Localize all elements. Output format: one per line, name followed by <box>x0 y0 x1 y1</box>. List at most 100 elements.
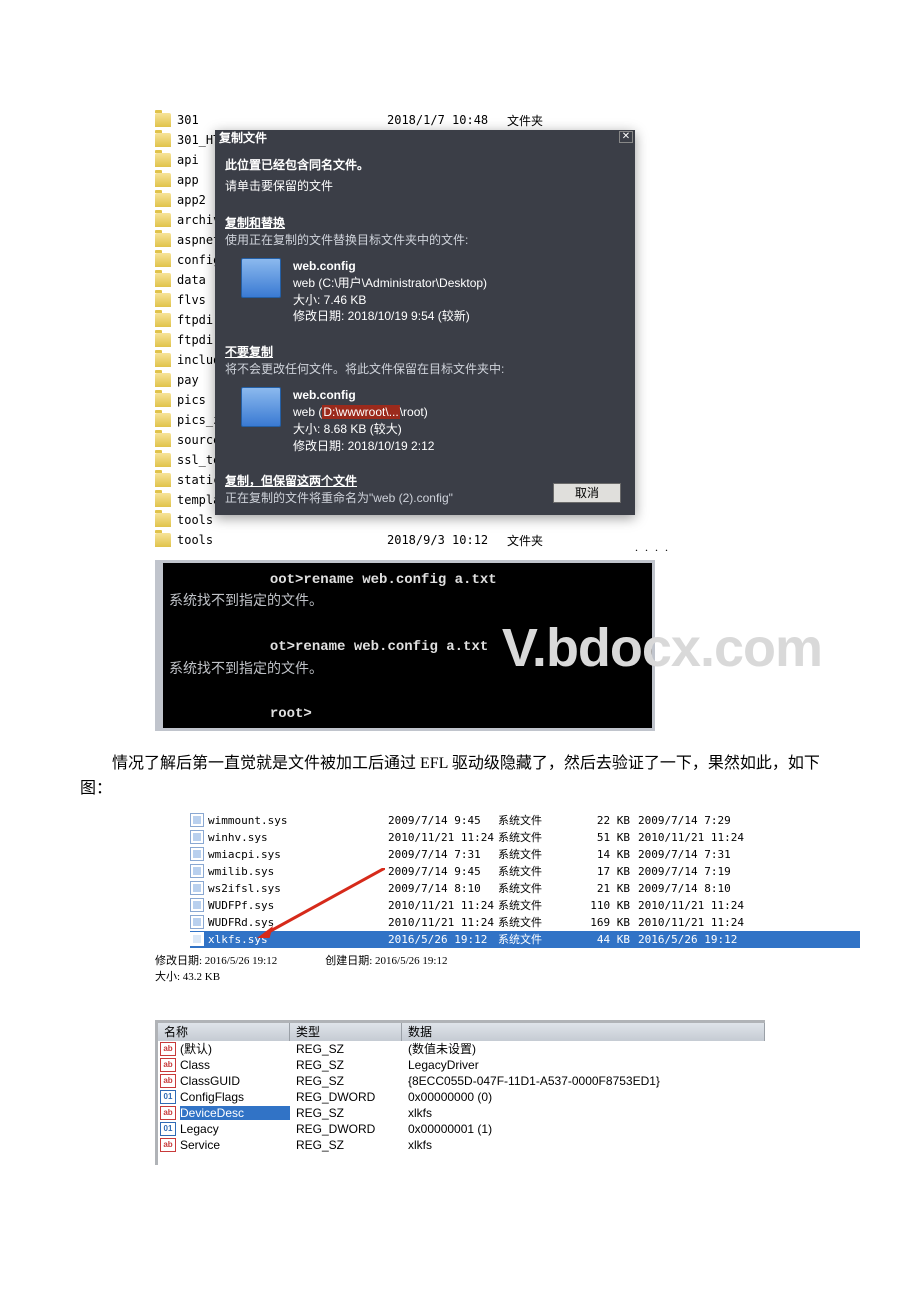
file-date: 2010/11/21 11:24 <box>388 916 498 929</box>
folder-row: 301 2018/1/7 10:48 文件夹 <box>155 110 795 130</box>
file-date2: 2009/7/14 7:31 <box>638 848 748 861</box>
folder-row: data <box>155 270 215 290</box>
registry-header: 名称 类型 数据 <box>158 1023 765 1041</box>
file-row[interactable]: winhv.sys2010/11/21 11:24系统文件51 KB2010/1… <box>190 829 860 846</box>
folder-name: source <box>177 433 215 447</box>
file-name: xlkfs.sys <box>208 933 388 946</box>
folder-row: app2 <box>155 190 215 210</box>
folder-name: include <box>177 353 215 367</box>
file-date2: 2009/7/14 7:19 <box>638 865 748 878</box>
dialog-message: 此位置已经包含同名文件。 <box>225 156 625 173</box>
meta-size: 大小: 43.2 KB <box>155 968 277 984</box>
file-size: 22 KB <box>578 814 638 827</box>
file-size: 大小: 7.46 KB <box>293 292 487 309</box>
file-row[interactable]: wimmount.sys2009/7/14 9:45系统文件22 KB2009/… <box>190 812 860 829</box>
sys-file-icon <box>190 813 204 827</box>
col-type: 类型 <box>290 1023 402 1041</box>
file-meta: 修改日期: 2016/5/26 19:12 大小: 43.2 KB 创建日期: … <box>155 952 920 984</box>
folder-row: flvs <box>155 290 215 310</box>
file-row[interactable]: WUDFRd.sys2010/11/21 11:24系统文件169 KB2010… <box>190 914 860 931</box>
registry-row[interactable]: ServiceREG_SZxlkfs <box>158 1137 765 1153</box>
file-mtime: 修改日期: 2018/10/19 2:12 <box>293 438 434 455</box>
reg-string-icon <box>160 1138 176 1152</box>
file-name: web.config <box>293 387 434 404</box>
file-date: 2010/11/21 11:24 <box>388 899 498 912</box>
folder-sidebar: apiappapp2archivesaspnet_configdataflvsf… <box>155 150 215 530</box>
registry-row[interactable]: DeviceDescREG_SZxlkfs <box>158 1105 765 1121</box>
sys-file-icon <box>190 847 204 861</box>
file-type: 系统文件 <box>498 897 578 913</box>
file-size: 169 KB <box>578 916 638 929</box>
folder-icon <box>155 213 171 227</box>
cmd-line: ot>rename web.config a.txt <box>270 639 488 655</box>
sys-file-icon <box>190 864 204 878</box>
folder-icon <box>155 473 171 487</box>
file-date: 2009/7/14 9:45 <box>388 865 498 878</box>
file-date2: 2010/11/21 11:24 <box>638 916 748 929</box>
reg-type: REG_SZ <box>290 1058 402 1072</box>
meta-mtime: 修改日期: 2016/5/26 19:12 <box>155 952 277 968</box>
folder-name: tools <box>177 513 215 527</box>
folder-name: app <box>177 173 215 187</box>
reg-name: ClassGUID <box>180 1074 290 1088</box>
folder-name: config <box>177 253 215 267</box>
cancel-button[interactable]: 取消 <box>553 483 621 503</box>
folder-name: archives <box>177 213 215 227</box>
file-row[interactable]: WUDFPf.sys2010/11/21 11:24系统文件110 KB2010… <box>190 897 860 914</box>
file-row[interactable]: xlkfs.sys2016/5/26 19:12系统文件44 KB2016/5/… <box>190 931 860 948</box>
cmd-line: root> <box>270 706 312 722</box>
folder-row: app <box>155 170 215 190</box>
option-replace[interactable]: 复制和替换 使用正在复制的文件替换目标文件夹中的文件: <box>225 214 625 248</box>
folder-icon <box>155 153 171 167</box>
reg-data: LegacyDriver <box>402 1058 765 1072</box>
file-type: 系统文件 <box>498 812 578 828</box>
file-row[interactable]: wmiacpi.sys2009/7/14 7:31系统文件14 KB2009/7… <box>190 846 860 863</box>
file-row[interactable]: ws2ifsl.sys2009/7/14 8:10系统文件21 KB2009/7… <box>190 880 860 897</box>
folder-date: 2018/9/3 10:12 <box>387 533 507 547</box>
file-date2: 2010/11/21 11:24 <box>638 899 748 912</box>
file-type: 系统文件 <box>498 829 578 845</box>
dialog-title: 复制文件 <box>217 129 267 146</box>
registry-row[interactable]: LegacyREG_DWORD0x00000001 (1) <box>158 1121 765 1137</box>
option-skip[interactable]: 不要复制 将不会更改任何文件。将此文件保留在目标文件夹中: <box>225 343 625 377</box>
file-row[interactable]: wmilib.sys2009/7/14 9:45系统文件17 KB2009/7/… <box>190 863 860 880</box>
file-size: 110 KB <box>578 899 638 912</box>
folder-name: pics <box>177 393 215 407</box>
option-desc: 正在复制的文件将重命名为"web (2).config" <box>225 491 453 505</box>
folder-icon <box>155 253 171 267</box>
file-size: 大小: 8.68 KB (较大) <box>293 421 434 438</box>
folder-icon <box>155 333 171 347</box>
folder-icon <box>155 113 171 127</box>
reg-data: xlkfs <box>402 1106 765 1120</box>
registry-row[interactable]: ClassREG_SZLegacyDriver <box>158 1057 765 1073</box>
registry-row[interactable]: ClassGUIDREG_SZ{8ECC055D-047F-11D1-A537-… <box>158 1073 765 1089</box>
folder-name: aspnet_ <box>177 233 215 247</box>
reg-string-icon <box>160 1042 176 1056</box>
reg-data: 0x00000001 (1) <box>402 1122 765 1136</box>
file-path: web (D:\wwwroot\...\root) <box>293 404 434 421</box>
close-button[interactable]: ✕ <box>619 131 633 143</box>
file-icon <box>241 258 281 298</box>
reg-string-icon <box>160 1074 176 1088</box>
folder-icon <box>155 193 171 207</box>
col-data: 数据 <box>402 1023 765 1041</box>
folder-name: ssl_tes <box>177 453 215 467</box>
file-name: wmilib.sys <box>208 865 388 878</box>
file-path: web (C:\用户\Administrator\Desktop) <box>293 275 487 292</box>
file-type: 系统文件 <box>498 880 578 896</box>
sys-file-icon <box>190 915 204 929</box>
registry-row[interactable]: (默认)REG_SZ(数值未设置) <box>158 1041 765 1057</box>
reg-type: REG_DWORD <box>290 1122 402 1136</box>
sys-file-icon <box>190 881 204 895</box>
folder-row: pics_zt <box>155 410 215 430</box>
file-type: 系统文件 <box>498 914 578 930</box>
file-date: 2009/7/14 8:10 <box>388 882 498 895</box>
folder-icon <box>155 493 171 507</box>
folder-icon <box>155 433 171 447</box>
option-header: 复制和替换 <box>225 216 285 230</box>
folder-row: template <box>155 490 215 510</box>
file-date2: 2009/7/14 8:10 <box>638 882 748 895</box>
registry-row[interactable]: ConfigFlagsREG_DWORD0x00000000 (0) <box>158 1089 765 1105</box>
folder-icon <box>155 133 171 147</box>
copy-file-dialog: 复制文件 ✕ 此位置已经包含同名文件。 请单击要保留的文件 复制和替换 使用正在… <box>215 130 635 515</box>
